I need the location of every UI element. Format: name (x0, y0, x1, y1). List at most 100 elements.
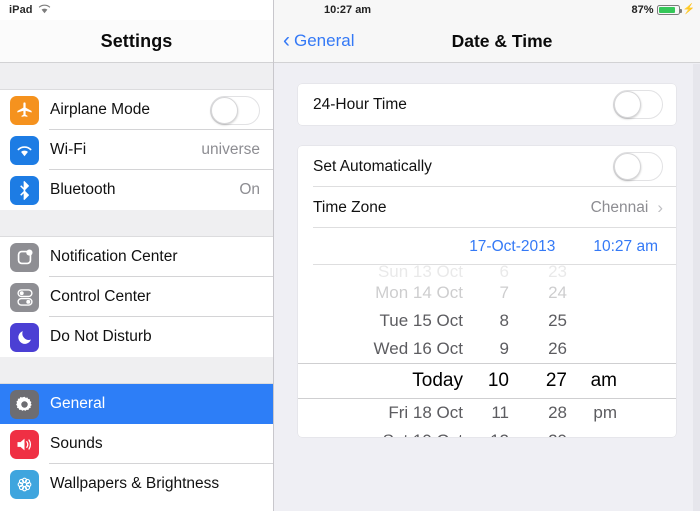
row-label: Time Zone (313, 198, 387, 216)
wifi-network-value: universe (201, 141, 260, 158)
back-button-label: General (294, 31, 355, 50)
airplane-icon (10, 95, 39, 125)
moon-icon (10, 322, 39, 352)
sidebar-group-spacer (0, 357, 273, 384)
current-date-value[interactable]: 17-Oct-2013 (469, 238, 555, 256)
row-label: 24-Hour Time (313, 95, 407, 113)
toggle-knob (614, 91, 641, 118)
notification-center-icon (10, 242, 39, 272)
sidebar-item-label: Wi-Fi (50, 141, 87, 158)
sidebar-item-label: Notification Center (50, 248, 178, 265)
battery-percent-label: 87% (631, 4, 654, 16)
sidebar-item-do-not-disturb[interactable]: Do Not Disturb (0, 317, 273, 357)
speaker-icon (10, 429, 39, 459)
picker-row[interactable]: Fri 18 Oct 11 28 pm (298, 399, 676, 427)
picker-hour: 7 (499, 283, 509, 302)
picker-row[interactable]: Mon 14 Oct 7 24 (298, 279, 676, 307)
card-date-time: Set Automatically Time Zone Chennai › 17… (298, 146, 676, 437)
picker-minute-selected: 27 (545, 370, 567, 391)
sidebar-scroll[interactable]: Airplane Mode Wi-Fi universe Bluetooth O… (0, 63, 273, 510)
picker-row[interactable]: Sat 19 Oct 12 29 (298, 427, 676, 437)
control-center-icon (10, 282, 39, 312)
picker-minute: 25 (548, 311, 567, 330)
picker-hour: 8 (499, 311, 509, 330)
toggle-knob (614, 153, 641, 180)
picker-ampm-selected: am (590, 370, 617, 391)
sidebar-status-bar: iPad (0, 0, 273, 20)
sidebar-item-label: Do Not Disturb (50, 328, 152, 345)
bluetooth-state-value: On (239, 181, 260, 198)
picker-row[interactable]: Wed 16 Oct 9 26 (298, 335, 676, 363)
sidebar-navbar: Settings (0, 20, 273, 63)
wifi-icon (10, 135, 39, 165)
sidebar-item-general[interactable]: General (0, 384, 273, 424)
status-clock: 10:27 am (324, 4, 372, 16)
device-name-label: iPad (9, 4, 33, 16)
row-label: Set Automatically (313, 157, 432, 175)
sidebar-item-label: Airplane Mode (50, 101, 150, 118)
picker-row[interactable]: Tue 15 Oct 8 25 (298, 307, 676, 335)
sidebar-item-wifi[interactable]: Wi-Fi universe (0, 130, 273, 170)
sidebar-item-label: General (50, 395, 106, 412)
sidebar-item-wallpapers-brightness[interactable]: Wallpapers & Brightness (0, 464, 273, 504)
sidebar-item-notification-center[interactable]: Notification Center (0, 237, 273, 277)
date-time-picker[interactable]: Sun 13 Oct 6 23 Mon 14 Oct 7 24 Tue 15 O… (298, 265, 676, 437)
picker-row-selected[interactable]: Today 10 27 am (298, 363, 676, 399)
sidebar-item-label: Wallpapers & Brightness (50, 475, 220, 492)
picker-hour: 12 (463, 431, 509, 437)
airplane-mode-toggle[interactable] (210, 95, 260, 125)
battery-icon (656, 5, 682, 15)
gear-icon (10, 389, 39, 419)
sidebar-item-label: Bluetooth (50, 181, 116, 198)
ipad-settings-screen: iPad Settings Airplane Mode Wi-Fi univer… (0, 0, 700, 511)
picker-hour-selected: 10 (487, 370, 509, 391)
page-title: Settings (100, 30, 173, 51)
picker-row[interactable]: Sun 13 Oct 6 23 (298, 265, 676, 281)
row-time-zone[interactable]: Time Zone Chennai › (298, 187, 676, 228)
chevron-left-icon: ‹ (283, 28, 290, 52)
picker-minute: 24 (548, 283, 567, 302)
back-button-general[interactable]: ‹ General (283, 28, 355, 52)
toggle-knob (211, 96, 238, 124)
wifi-status-icon (38, 1, 51, 19)
lightning-bolt-icon: ⚡ (682, 4, 695, 15)
picker-day: Wed 16 Oct (373, 339, 463, 358)
picker-minute: 28 (548, 403, 567, 422)
pane-scrollbar-gutter[interactable] (693, 64, 700, 511)
picker-day: Fri 18 Oct (388, 403, 463, 422)
detail-body: 24-Hour Time Set Automatically Time Zone… (274, 63, 700, 437)
picker-day: Tue 15 Oct (379, 311, 463, 330)
row-set-automatically[interactable]: Set Automatically (298, 146, 676, 187)
flower-icon (10, 469, 39, 499)
settings-sidebar: iPad Settings Airplane Mode Wi-Fi univer… (0, 0, 274, 511)
picker-hour: 11 (491, 403, 509, 422)
sidebar-item-airplane-mode[interactable]: Airplane Mode (0, 90, 273, 130)
row-24-hour-time[interactable]: 24-Hour Time (298, 84, 676, 125)
chevron-right-icon: › (657, 198, 663, 217)
sidebar-item-bluetooth[interactable]: Bluetooth On (0, 170, 273, 210)
bluetooth-icon (10, 175, 39, 205)
24-hour-time-toggle[interactable] (613, 90, 663, 119)
sidebar-item-sounds[interactable]: Sounds (0, 424, 273, 464)
time-zone-value: Chennai (590, 198, 649, 216)
sidebar-item-control-center[interactable]: Control Center (0, 277, 273, 317)
sidebar-group-spacer (0, 210, 273, 237)
picker-minute: 26 (548, 339, 567, 358)
picker-day: Sat 19 Oct (345, 431, 463, 437)
picker-ampm: pm (593, 403, 617, 422)
picker-day: Mon 14 Oct (375, 283, 463, 302)
date-time-detail-pane: 10:27 am 87% ⚡ ‹ General Date & Time 24-… (274, 0, 700, 511)
sidebar-item-label: Sounds (50, 435, 103, 452)
set-automatically-toggle[interactable] (613, 152, 663, 181)
picker-day-selected: Today (412, 370, 463, 391)
current-time-value[interactable]: 10:27 am (593, 238, 658, 256)
card-24-hour-time: 24-Hour Time (298, 84, 676, 125)
sidebar-item-label: Control Center (50, 288, 151, 305)
picker-minute: 29 (509, 431, 567, 437)
detail-navbar: ‹ General Date & Time (274, 20, 700, 63)
row-current-date-time[interactable]: 17-Oct-2013 10:27 am (298, 228, 676, 265)
sidebar-group-spacer (0, 63, 273, 90)
battery-status: 87% ⚡ (632, 4, 695, 16)
detail-status-bar: 10:27 am 87% ⚡ (274, 0, 700, 20)
picker-hour: 9 (499, 339, 509, 358)
